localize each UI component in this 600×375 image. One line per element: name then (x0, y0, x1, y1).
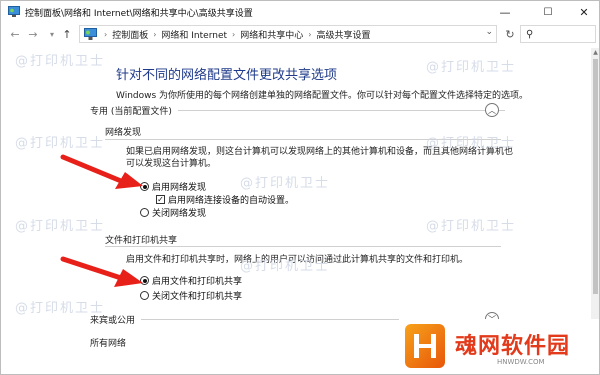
page-description: Windows 为你所使用的每个网络创建单独的网络配置文件。你可以针对每个配置文… (116, 91, 529, 101)
radio-disable-sharing[interactable]: 关闭文件和打印机共享 (140, 289, 242, 302)
checkbox-label: 启用网络连接设备的自动设置。 (168, 196, 295, 206)
checkbox[interactable]: ✓ (156, 195, 165, 204)
section-all-label: 所有网络 (90, 338, 127, 349)
chevron-up-icon: ︿ (488, 105, 496, 115)
minimize-icon: — (499, 5, 511, 19)
window-title: 控制面板\网络和 Internet\网络和共享中心\高级共享设置 (25, 9, 253, 19)
radio-label: 启用文件和打印机共享 (152, 277, 243, 287)
brand-logo-mark (405, 324, 445, 368)
chevron-right-icon[interactable]: › (232, 30, 235, 39)
scroll-up-arrow[interactable]: ▲ (591, 48, 599, 57)
control-panel-icon (8, 6, 20, 17)
section-private-header[interactable]: 专用 (当前配置文件) (90, 102, 505, 118)
refresh-button[interactable]: ↻ (501, 25, 519, 43)
radio-button[interactable] (140, 291, 149, 300)
chevron-right-icon: › (104, 30, 108, 39)
brand-url: HNWDW.COM (497, 358, 545, 366)
radio-enable-sharing[interactable]: 启用文件和打印机共享 (140, 274, 242, 287)
watermark: @打印机卫士 (15, 136, 106, 151)
back-button[interactable]: ← (7, 26, 23, 42)
breadcrumb-item[interactable]: 控制面板 (112, 28, 148, 41)
chevron-right-icon[interactable]: › (153, 30, 156, 39)
network-discovery-text: 可以发现这台计算机。 (126, 159, 217, 169)
network-discovery-title: 网络发现 (105, 128, 142, 138)
watermark: @打印机卫士 (426, 60, 517, 75)
forward-button[interactable]: → (25, 26, 41, 42)
radio-label: 启用网络发现 (152, 183, 207, 193)
checkbox-auto-setup[interactable]: ✓ 启用网络连接设备的自动设置。 (156, 193, 294, 206)
radio-label: 关闭文件和打印机共享 (152, 292, 243, 302)
radio-label: 关闭网络发现 (152, 209, 207, 219)
collapse-private-button[interactable]: ︿ (485, 103, 499, 117)
check-icon: ✓ (157, 194, 164, 204)
divider (105, 139, 501, 140)
page-title: 针对不同的网络配置文件更改共享选项 (116, 68, 338, 83)
search-icon: ⚲ (526, 29, 534, 40)
radio-button[interactable] (140, 182, 149, 191)
breadcrumb-item[interactable]: 网络和 Internet (161, 28, 227, 41)
maximize-button[interactable]: ☐ (531, 1, 565, 23)
divider (105, 246, 501, 247)
chevron-right-icon[interactable]: › (308, 30, 311, 39)
recent-locations-button[interactable]: ▾ (44, 26, 60, 42)
brand-name: 魂网软件园 (455, 334, 571, 359)
breadcrumb-item[interactable]: 网络和共享中心 (240, 28, 303, 41)
watermark: @打印机卫士 (15, 219, 106, 234)
minimize-button[interactable]: — (488, 1, 522, 23)
watermark: @打印机卫士 (240, 176, 331, 191)
maximize-icon: ☐ (543, 6, 553, 18)
chevron-down-icon[interactable]: ⌄ (485, 27, 493, 37)
divider (177, 109, 505, 111)
radio-enable-discovery[interactable]: 启用网络发现 (140, 180, 206, 193)
advanced-sharing-window: 控制面板\网络和 Internet\网络和共享中心\高级共享设置 — ☐ ✕ ←… (0, 0, 600, 375)
address-box[interactable]: › 控制面板 › 网络和 Internet › 网络和共享中心 › 高级共享设置… (79, 25, 497, 43)
brand-icon (414, 334, 436, 358)
file-sharing-text: 启用文件和打印机共享时，网络上的用户可以访问通过此计算机共享的文件和打印机。 (126, 255, 469, 265)
close-icon: ✕ (579, 5, 589, 19)
search-input[interactable]: ⚲ (520, 25, 596, 43)
close-button[interactable]: ✕ (567, 1, 599, 23)
control-panel-icon (84, 28, 97, 40)
watermark: @打印机卫士 (426, 219, 517, 234)
section-private-label: 专用 (当前配置文件) (90, 106, 172, 117)
radio-button[interactable] (140, 276, 149, 285)
radio-button[interactable] (140, 208, 149, 217)
network-discovery-text: 如果已启用网络发现，则这台计算机可以发现网络上的其他计算机和设备，而且其他网络计… (126, 147, 514, 157)
breadcrumb: › 控制面板 › 网络和 Internet › 网络和共享中心 › 高级共享设置 (104, 28, 370, 41)
scrollbar-thumb[interactable] (593, 59, 598, 294)
radio-disable-discovery[interactable]: 关闭网络发现 (140, 206, 206, 219)
breadcrumb-item[interactable]: 高级共享设置 (316, 28, 370, 41)
watermark: @打印机卫士 (15, 54, 106, 69)
up-button[interactable]: ↑ (59, 26, 75, 42)
section-guest-label: 来宾或公用 (90, 315, 136, 326)
title-bar[interactable]: 控制面板\网络和 Internet\网络和共享中心\高级共享设置 — ☐ ✕ (1, 1, 599, 23)
file-sharing-title: 文件和打印机共享 (105, 236, 178, 246)
